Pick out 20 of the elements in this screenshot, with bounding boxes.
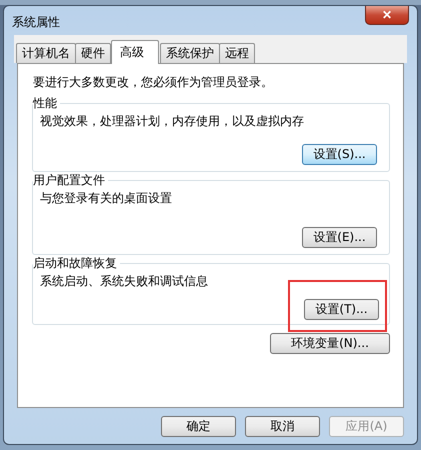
- group-title: 性能: [33, 96, 60, 111]
- window-title: 系统属性: [12, 14, 60, 31]
- environment-variables-button[interactable]: 环境变量(N)...: [270, 333, 390, 354]
- notice-text: 要进行大多数更改，您必须作为管理员登录。: [33, 74, 274, 91]
- settings-button[interactable]: 设置(E)...: [302, 227, 377, 248]
- tab[interactable]: 硬件: [75, 43, 111, 63]
- group-title: 用户配置文件: [33, 173, 108, 188]
- group-description: 系统启动、系统失败和调试信息: [40, 273, 209, 290]
- tab[interactable]: 系统保护: [160, 43, 220, 63]
- tab[interactable]: 远程: [219, 43, 255, 63]
- tab[interactable]: 计算机名: [16, 43, 76, 63]
- tab[interactable]: 高级: [111, 40, 159, 64]
- settings-button[interactable]: 设置(T)...: [304, 299, 379, 320]
- settings-button[interactable]: 设置(S)...: [302, 144, 377, 165]
- group-description: 视觉效果，处理器计划，内存使用，以及虚拟内存: [40, 113, 305, 130]
- group-description: 与您登录有关的桌面设置: [40, 190, 173, 207]
- group-title: 启动和故障恢复: [33, 256, 120, 271]
- close-button[interactable]: ✕: [365, 6, 409, 25]
- dialog-button[interactable]: 确定: [161, 416, 236, 437]
- dialog-button[interactable]: 取消: [245, 416, 320, 437]
